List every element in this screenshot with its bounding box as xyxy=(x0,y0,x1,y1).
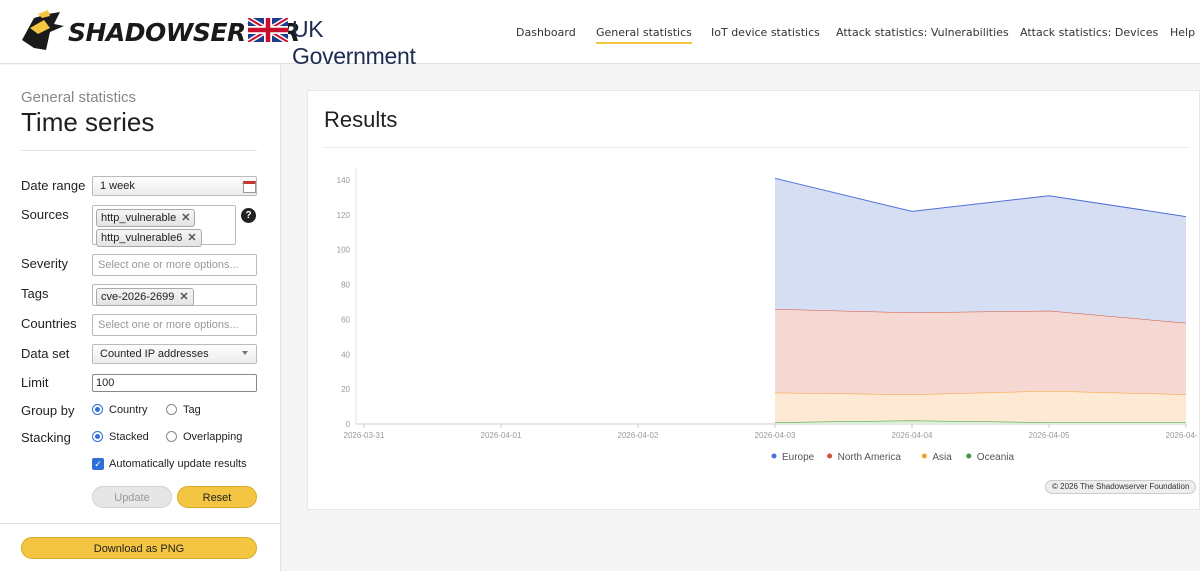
breadcrumb: General statistics xyxy=(21,89,137,106)
tags-label: Tags xyxy=(21,286,49,301)
stacking-stacked-label: Stacked xyxy=(109,431,149,443)
y-tick-label: 60 xyxy=(341,315,350,324)
date-range-value: 1 week xyxy=(100,180,135,192)
y-tick-label: 20 xyxy=(341,385,350,394)
legend-marker-oceania xyxy=(966,453,972,459)
y-tick-label: 140 xyxy=(337,176,351,185)
source-chip[interactable]: http_vulnerable ✕ xyxy=(96,209,196,227)
nav-general-statistics[interactable]: General statistics xyxy=(596,26,692,44)
remove-chip-icon[interactable]: ✕ xyxy=(179,291,188,303)
x-tick-label: 2026-04-04 xyxy=(892,431,933,440)
legend-marker-asia xyxy=(921,453,927,459)
countries-label: Countries xyxy=(21,316,77,331)
countries-multiselect[interactable]: Select one or more options... xyxy=(92,314,257,336)
union-jack-icon xyxy=(246,15,290,45)
sources-multiselect[interactable]: http_vulnerable ✕ http_vulnerable6 ✕ xyxy=(92,205,236,247)
limit-input[interactable]: 100 xyxy=(92,374,257,392)
area-asia xyxy=(775,390,1186,423)
tag-chip[interactable]: cve-2026-2699 ✕ xyxy=(96,288,194,306)
group-by-label: Group by xyxy=(21,403,75,418)
top-bar: SHADOWSERVER UK Government Dashboard Gen… xyxy=(0,0,1200,69)
download-png-button[interactable]: Download as PNG xyxy=(21,537,257,559)
source-chip-label: http_vulnerable6 xyxy=(101,232,183,244)
page-title: Time series xyxy=(21,107,155,137)
copyright-badge: © 2026 The Shadowserver Foundation xyxy=(1045,480,1197,494)
date-range-label: Date range xyxy=(21,178,86,193)
x-tick-label: 2026-04-05 xyxy=(1029,431,1070,440)
legend-label-europe: Europe xyxy=(782,452,815,463)
uk-government-wordmark: UK Government xyxy=(292,16,416,69)
area-europe xyxy=(775,178,1186,323)
shadowserver-mascot-icon xyxy=(22,10,64,50)
dataset-value: Counted IP addresses xyxy=(100,348,209,360)
y-tick-label: 100 xyxy=(337,246,351,255)
x-tick-label: 2026-03-31 xyxy=(344,431,385,440)
remove-chip-icon[interactable]: ✕ xyxy=(181,212,190,224)
date-range-select[interactable]: 1 week xyxy=(92,176,257,196)
severity-multiselect[interactable]: Select one or more options... xyxy=(92,254,257,276)
shadowserver-logo[interactable]: SHADOWSERVER xyxy=(20,8,300,56)
nav-dashboard[interactable]: Dashboard xyxy=(516,26,576,39)
limit-label: Limit xyxy=(21,375,49,390)
nav-attack-devices[interactable]: Attack statistics: Devices xyxy=(1020,26,1158,39)
filter-sidebar: General statistics Time series Date rang… xyxy=(0,65,281,571)
dataset-label: Data set xyxy=(21,346,70,361)
nav-help[interactable]: Help xyxy=(1170,26,1195,39)
tags-multiselect[interactable]: cve-2026-2699 ✕ xyxy=(92,284,257,306)
sidebar-bottom-divider xyxy=(0,523,281,524)
nav-attack-vulnerabilities[interactable]: Attack statistics: Vulnerabilities xyxy=(836,26,1009,39)
x-tick-label: 2026-04-01 xyxy=(481,431,522,440)
chevron-down-icon xyxy=(242,351,248,355)
reset-button[interactable]: Reset xyxy=(177,486,257,508)
results-divider xyxy=(324,147,1188,148)
time-series-chart[interactable]: 0 20 40 60 80 100 120 140 2026-03-31 2026-04-01 20… xyxy=(307,160,1197,480)
area-north-america xyxy=(775,309,1186,395)
source-chip-label: http_vulnerable xyxy=(101,212,177,224)
update-button[interactable]: Update xyxy=(92,486,172,508)
y-tick-label: 80 xyxy=(341,281,350,290)
legend-marker-north-america xyxy=(827,453,833,459)
help-icon[interactable]: ? xyxy=(241,208,256,223)
auto-update-checkbox[interactable]: ✓ xyxy=(92,458,104,470)
group-by-country-radio[interactable] xyxy=(92,404,103,415)
stacking-overlapping-label: Overlapping xyxy=(183,431,243,443)
legend-label-asia: Asia xyxy=(932,452,952,463)
stacking-stacked-radio[interactable] xyxy=(92,431,103,442)
legend-label-oceania: Oceania xyxy=(977,452,1015,463)
remove-chip-icon[interactable]: ✕ xyxy=(187,232,196,244)
group-by-tag-label: Tag xyxy=(183,404,201,416)
calendar-icon[interactable] xyxy=(243,181,256,193)
y-tick-label: 40 xyxy=(341,350,350,359)
results-title: Results xyxy=(324,107,398,132)
stacking-overlapping-radio[interactable] xyxy=(166,431,177,442)
group-by-country-label: Country xyxy=(109,404,148,416)
x-tick-label: 2026-04-03 xyxy=(755,431,796,440)
severity-label: Severity xyxy=(21,256,68,271)
y-tick-label: 0 xyxy=(346,420,351,429)
tag-chip-label: cve-2026-2699 xyxy=(101,291,175,303)
auto-update-label: Automatically update results xyxy=(109,458,247,470)
legend-marker-europe xyxy=(771,453,777,459)
x-tick-label: 2026-04-02 xyxy=(618,431,659,440)
sources-label: Sources xyxy=(21,207,69,222)
y-tick-label: 120 xyxy=(337,211,351,220)
source-chip[interactable]: http_vulnerable6 ✕ xyxy=(96,229,202,247)
uk-government-logo[interactable]: UK Government xyxy=(246,15,448,69)
legend-label-north-america: North America xyxy=(838,452,902,463)
nav-iot-device-statistics[interactable]: IoT device statistics xyxy=(711,26,820,39)
dataset-select[interactable]: Counted IP addresses xyxy=(92,344,257,364)
stacking-label: Stacking xyxy=(21,430,71,445)
sidebar-divider xyxy=(21,150,257,151)
group-by-tag-radio[interactable] xyxy=(166,404,177,415)
x-tick-label: 2026-04-06 xyxy=(1166,431,1197,440)
